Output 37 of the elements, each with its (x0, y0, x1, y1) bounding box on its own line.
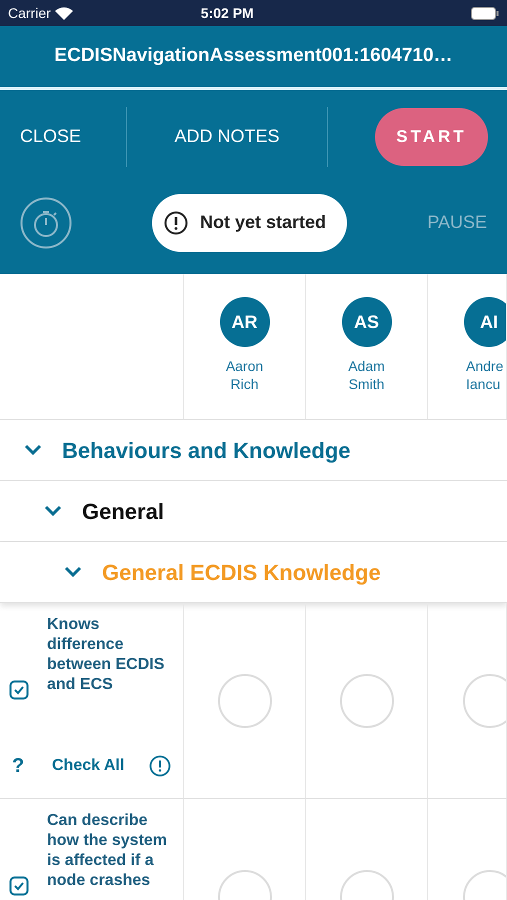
chevron-icon (64, 566, 82, 578)
section-title: Behaviours and Knowledge (62, 436, 350, 465)
status-text: Not yet started (200, 211, 326, 234)
info-icon[interactable] (149, 755, 171, 777)
start-button[interactable]: START (375, 108, 488, 166)
window-title: ECDISNavigationAssessment001:1604710… (54, 44, 453, 68)
close-button[interactable]: CLOSE (0, 123, 126, 150)
student-name: Adam (348, 357, 385, 375)
stopwatch-icon[interactable] (20, 196, 72, 248)
avatar: AR (220, 297, 270, 347)
rating-circle[interactable] (338, 673, 394, 729)
section-title: General (82, 498, 164, 526)
check-all-button[interactable]: Check All (52, 754, 124, 778)
avatar: AI (464, 297, 506, 347)
clock-text: 5:02 PM (200, 4, 254, 22)
help-icon[interactable]: ? (0, 751, 52, 781)
wifi-icon (54, 6, 73, 20)
carrier-text: Carrier (8, 4, 51, 22)
student-name: Aaron (226, 357, 264, 375)
rating-circle[interactable] (216, 673, 272, 729)
add-notes-button[interactable]: ADD NOTES (127, 123, 327, 150)
checkbox[interactable] (9, 680, 29, 700)
alert-icon (164, 210, 188, 234)
student-name: Rich (230, 375, 258, 393)
section-header[interactable]: General (0, 481, 507, 542)
section-header[interactable]: Behaviours and Knowledge (0, 420, 507, 481)
chevron-icon (44, 505, 62, 517)
avatar: AS (342, 297, 392, 347)
student-name: Andre (466, 357, 504, 375)
section-title: General ECDIS Knowledge (102, 558, 381, 587)
student-name: Iancu (466, 375, 500, 393)
criterion-text: Knows difference between ECDIS and ECS (47, 615, 166, 695)
student-name: Smith (348, 375, 384, 393)
chevron-icon (24, 444, 42, 456)
checkbox[interactable] (9, 876, 29, 896)
criterion-text: Can describe how the system is affected if a node crashes (47, 811, 168, 891)
battery-icon (471, 6, 499, 20)
